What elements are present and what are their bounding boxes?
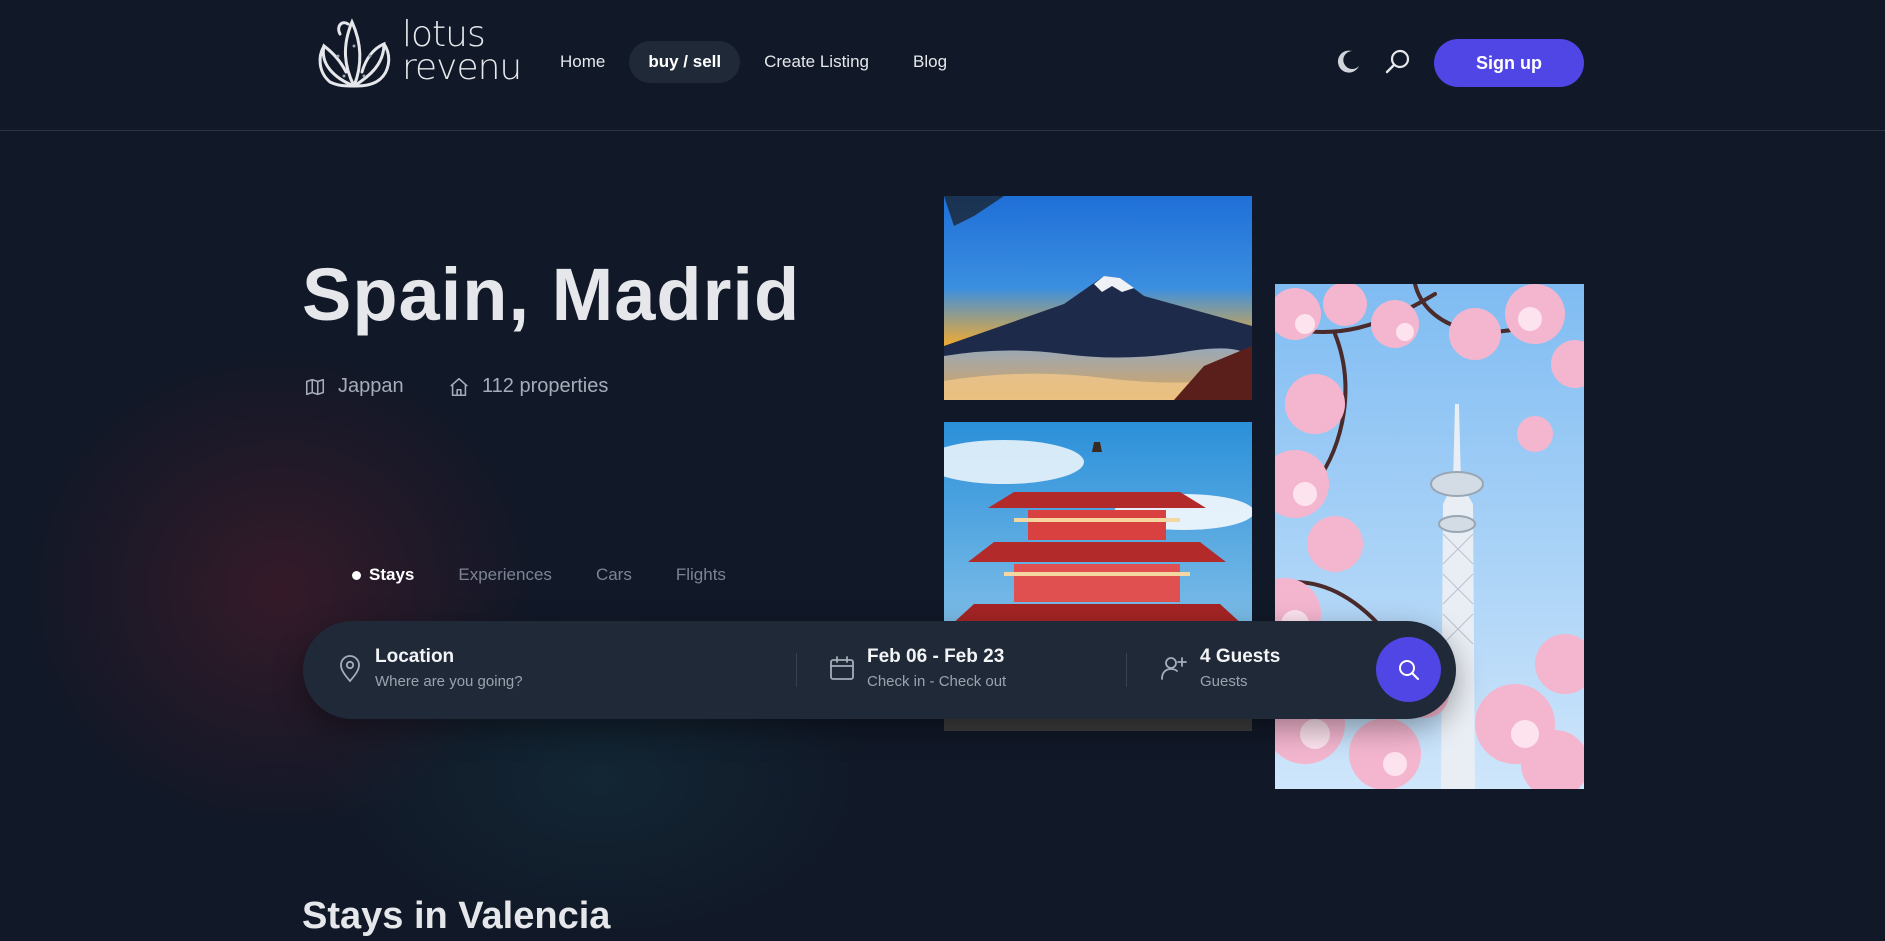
lotus-logo-icon: [318, 18, 391, 88]
location-placeholder: Where are you going?: [375, 673, 523, 690]
property-count-label: 112 properties: [482, 375, 609, 397]
guests-title: 4 Guests: [1200, 646, 1281, 667]
moon-icon[interactable]: [1334, 48, 1362, 76]
nav-item-create-listing[interactable]: Create Listing: [742, 41, 891, 83]
tab-flights[interactable]: Flights: [676, 565, 726, 585]
home-icon: [450, 377, 468, 396]
date-range-field[interactable]: Feb 06 - Feb 23 Check in - Check out: [829, 645, 1006, 690]
brand-name: lotus revenu: [402, 17, 522, 88]
brand-name-line2: revenu: [402, 47, 522, 88]
mount-fuji-image: [944, 196, 1252, 400]
calendar-icon: [830, 656, 854, 680]
guests-sub: Guests: [1200, 673, 1248, 690]
tab-cars[interactable]: Cars: [596, 565, 632, 585]
signup-button[interactable]: Sign up: [1434, 39, 1584, 87]
main-nav: Home buy / sell Create Listing Blog: [538, 41, 969, 83]
location-field[interactable]: Location Where are you going?: [337, 645, 523, 690]
search-bar: Location Where are you going? Feb 06 - F…: [303, 621, 1456, 719]
search-icon[interactable]: [1384, 48, 1412, 76]
tab-stays-label: Stays: [369, 565, 415, 584]
divider: [796, 653, 797, 687]
search-tabs: Stays Experiences Cars Flights: [352, 565, 770, 585]
search-submit-button[interactable]: [1376, 637, 1441, 702]
nav-item-home[interactable]: Home: [538, 41, 627, 83]
location-pin-icon: [340, 655, 360, 683]
section-title: Stays in Valencia: [302, 895, 611, 937]
date-range-sub: Check in - Check out: [867, 673, 1007, 690]
country-label: Jappan: [338, 375, 404, 397]
nav-item-blog[interactable]: Blog: [891, 41, 969, 83]
page: lotus revenu Home buy / sell Create List…: [0, 0, 1885, 941]
location-country: Jappan: [304, 375, 404, 398]
location-title: Location: [375, 646, 455, 667]
active-dot-icon: [352, 570, 361, 580]
date-range-title: Feb 06 - Feb 23: [867, 646, 1005, 667]
nav-item-buy-sell[interactable]: buy / sell: [629, 41, 741, 83]
tab-stays[interactable]: Stays: [352, 565, 414, 585]
divider: [1126, 653, 1127, 687]
search-icon: [1398, 659, 1419, 680]
add-user-icon: [1161, 657, 1187, 680]
brand-logo[interactable]: lotus revenu: [314, 14, 522, 90]
guests-field[interactable]: 4 Guests Guests: [1160, 645, 1280, 690]
page-title: Spain, Madrid: [302, 253, 801, 336]
site-header: lotus revenu Home buy / sell Create List…: [0, 0, 1885, 131]
tab-experiences[interactable]: Experiences: [458, 565, 552, 585]
map-icon: [305, 378, 325, 395]
property-count: 112 properties: [448, 375, 608, 398]
